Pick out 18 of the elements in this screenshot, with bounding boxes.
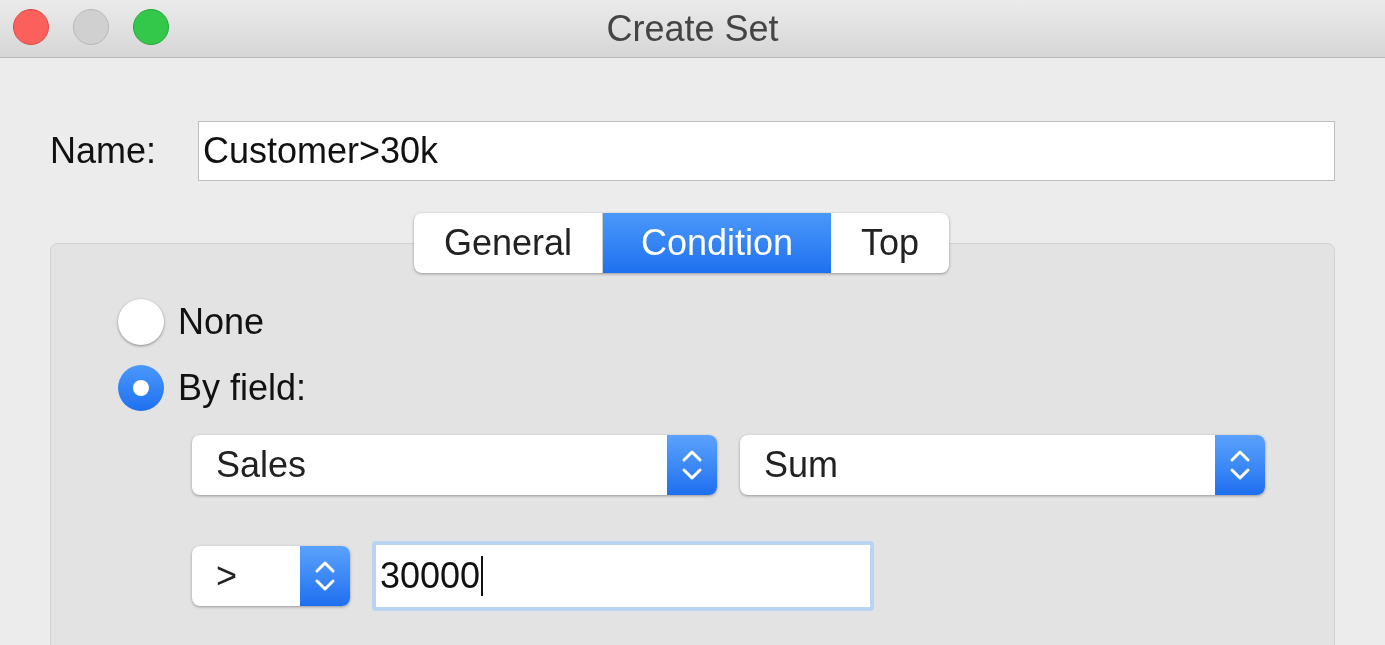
stepper-icon <box>1215 435 1265 495</box>
name-field[interactable]: Customer>30k <box>198 121 1335 181</box>
name-label: Name: <box>50 129 158 173</box>
tab[interactable]: Top <box>831 213 950 273</box>
field-dropdown[interactable]: Sales <box>192 435 717 495</box>
close-button[interactable] <box>13 9 49 45</box>
operator-dropdown[interactable]: > <box>192 546 350 606</box>
tab[interactable]: General <box>413 213 603 273</box>
aggregation-dropdown[interactable]: Sum <box>740 435 1265 495</box>
tab[interactable]: Condition <box>602 213 832 273</box>
minimize-button[interactable] <box>73 9 109 45</box>
radio-label: None <box>178 300 265 344</box>
stepper-icon <box>667 435 717 495</box>
zoom-button[interactable] <box>133 9 169 45</box>
value-field[interactable]: 30000 <box>372 541 874 611</box>
stepper-icon <box>300 546 350 606</box>
radio-label: By field: <box>178 366 307 410</box>
window-title: Create Set <box>606 6 779 51</box>
